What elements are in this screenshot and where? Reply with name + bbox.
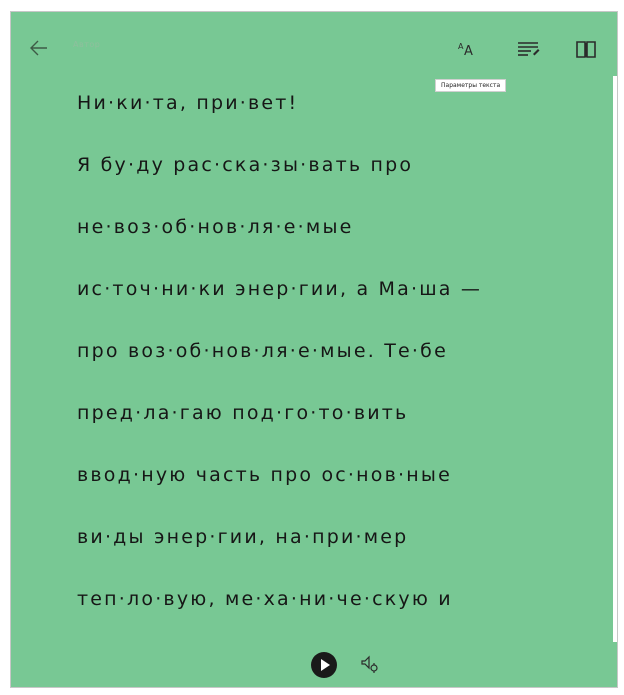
text-line: про воз·об·нов·ля·е·мые. Те·бе xyxy=(77,340,448,362)
text-line: Ни·ки·та, при·вет! xyxy=(77,92,299,114)
voice-settings-icon[interactable] xyxy=(359,653,381,675)
text-line: Я бу·ду рас·ска·зы·вать про xyxy=(77,154,414,176)
play-icon[interactable] xyxy=(311,652,337,678)
text-line: ис·точ·ни·ки энер·гии, а Ма·ша — xyxy=(77,278,483,300)
text-line: не·воз·об·нов·ля·е·мые xyxy=(77,216,354,238)
svg-text:A: A xyxy=(464,44,473,59)
scrollbar[interactable] xyxy=(613,76,617,642)
text-size-icon[interactable]: A A xyxy=(455,36,481,62)
back-arrow-icon[interactable] xyxy=(27,36,51,60)
grammar-tools-icon[interactable] xyxy=(515,36,541,62)
reader-toolbar: Автор A A Параметры текста xyxy=(11,12,617,92)
reader-view: Автор A A Параметры текста Ни·ки·та, при… xyxy=(10,11,618,688)
author-label: Автор xyxy=(73,40,101,49)
text-line: пред·ла·гаю под·го·то·вить xyxy=(77,402,409,424)
text-line: ви·ды энер·гии, на·при·мер xyxy=(77,526,409,548)
book-icon[interactable] xyxy=(573,36,599,62)
text-line: ввод·ную часть про ос·нов·ные xyxy=(77,464,452,486)
text-line: теп·ло·вую, ме·ха·ни·че·скую и xyxy=(77,588,453,610)
reading-text: Ни·ки·та, при·вет! Я бу·ду рас·ска·зы·ва… xyxy=(77,88,587,646)
